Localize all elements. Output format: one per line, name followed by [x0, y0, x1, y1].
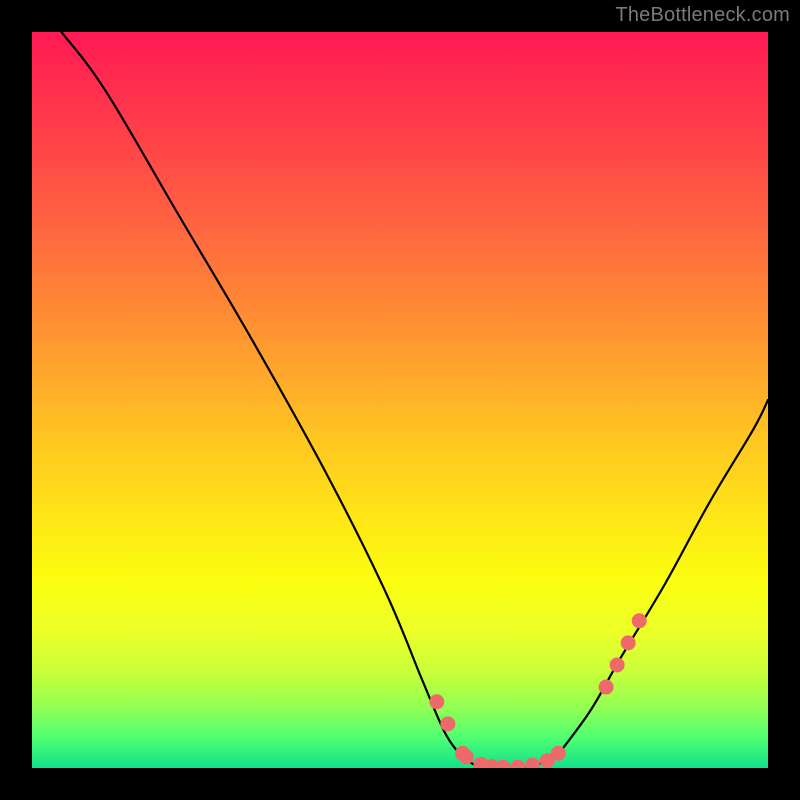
marker-dot — [510, 760, 525, 768]
marker-dot — [621, 635, 636, 650]
marker-group — [429, 613, 646, 768]
marker-dot — [632, 613, 647, 628]
curve-right-arm — [562, 400, 768, 750]
marker-dot — [440, 716, 455, 731]
marker-dot — [599, 680, 614, 695]
curve-left-arm — [61, 32, 458, 753]
marker-dot — [551, 746, 566, 761]
watermark-text: TheBottleneck.com — [615, 4, 790, 27]
marker-dot — [525, 758, 540, 768]
plot-area — [32, 32, 768, 768]
marker-dot — [610, 657, 625, 672]
chart-svg — [32, 32, 768, 768]
marker-dot — [459, 749, 474, 764]
marker-dot — [496, 760, 511, 768]
chart-frame: TheBottleneck.com — [0, 0, 800, 800]
marker-dot — [429, 694, 444, 709]
